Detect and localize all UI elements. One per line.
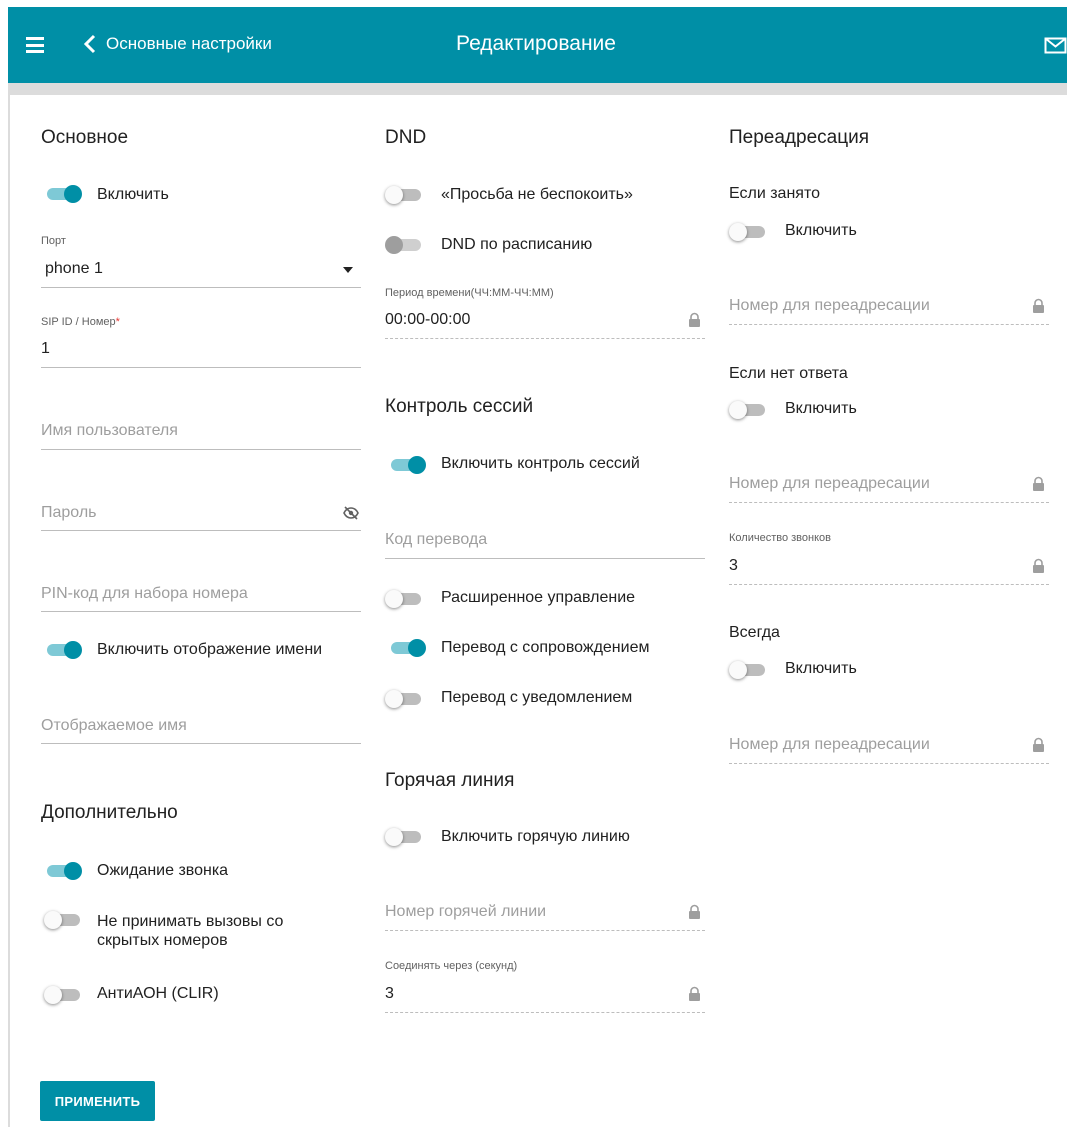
pin-underline [41,611,361,612]
notify-transfer-label: Перевод с уведомлением [441,689,633,706]
dnd-period-label: Период времени(ЧЧ:ММ-ЧЧ:ММ) [385,287,554,299]
port-label: Порт [41,235,66,247]
forward-always-toggle[interactable] [729,661,767,679]
forward-noanswer-title: Если нет ответа [729,365,848,382]
section-title-hotline: Горячая линия [385,770,515,791]
forward-busy-toggle[interactable] [729,223,767,241]
forward-busy-number-underline [729,324,1049,325]
lock-icon [1033,476,1044,491]
session-enable-toggle[interactable] [388,456,426,474]
sip-id-label: SIP ID / Номер* [41,316,120,328]
dnd-toggle[interactable] [385,186,423,204]
display-name-input[interactable]: Отображаемое имя [41,717,187,735]
menu-icon[interactable] [26,37,44,53]
call-waiting-label: Ожидание звонка [97,862,229,879]
sip-id-underline [41,367,361,368]
display-name-underline [41,743,361,744]
sip-id-input[interactable]: 1 [41,340,50,358]
forward-always-title: Всегда [729,624,780,641]
mail-icon[interactable] [1044,37,1067,54]
clir-label: АнтиАОН (CLIR) [97,985,219,1002]
clir-toggle[interactable] [44,986,82,1004]
chevron-left-icon [83,34,96,54]
left-border [8,95,10,1127]
hotline-enable-label: Включить горячую линию [441,828,630,845]
forward-noanswer-toggle[interactable] [729,401,767,419]
call-waiting-toggle[interactable] [44,862,82,880]
lock-icon [1033,558,1044,573]
forward-always-number-underline [729,763,1049,764]
forward-always-enable-label: Включить [785,660,857,677]
hotline-number-underline [385,930,705,931]
section-title-additional: Дополнительно [41,802,178,823]
lock-icon [1033,737,1044,752]
port-select-value[interactable]: phone 1 [45,260,103,278]
advanced-control-toggle[interactable] [385,590,423,608]
forward-rings-underline [729,584,1049,585]
dnd-period-input[interactable]: 00:00-00:00 [385,311,470,329]
hotline-enable-toggle[interactable] [385,828,423,846]
section-title-session: Контроль сессий [385,396,534,417]
apply-button[interactable]: ПРИМЕНИТЬ [40,1081,155,1121]
reject-hidden-label-line2: скрытых номеров [97,932,228,949]
section-title-dnd: DND [385,127,427,148]
reject-hidden-toggle[interactable] [44,911,82,929]
forward-busy-enable-label: Включить [785,222,857,239]
dnd-label: «Просьба не беспокоить» [441,186,633,203]
section-title-basic: Основное [41,127,129,148]
dnd-schedule-label: DND по расписанию [441,236,593,253]
forward-busy-number-input[interactable]: Номер для переадресации [729,297,930,315]
password-input[interactable]: Пароль [41,504,97,522]
basic-enable-label: Включить [97,186,169,203]
advanced-control-label: Расширенное управление [441,589,636,606]
port-select-underline [41,287,361,288]
page-title: Редактирование [456,32,616,55]
back-link[interactable]: Основные настройки [82,34,272,54]
username-input[interactable]: Имя пользователя [41,422,178,440]
forward-noanswer-number-underline [729,502,1049,503]
hotline-number-input[interactable]: Номер горячей линии [385,903,546,921]
show-name-toggle[interactable] [44,641,82,659]
back-link-label: Основные настройки [106,34,272,53]
eye-off-icon[interactable] [343,506,359,520]
username-underline [41,449,361,450]
transfer-code-underline [385,558,705,559]
required-marker: * [115,316,120,328]
lock-icon [689,904,700,919]
hotline-delay-input[interactable]: 3 [385,985,394,1003]
hotline-delay-label: Соединять через (секунд) [385,960,518,972]
session-enable-label: Включить контроль сессий [441,455,640,472]
attended-transfer-label: Перевод с сопровождением [441,639,650,656]
dnd-period-underline [385,338,705,339]
forward-busy-title: Если занято [729,185,820,202]
attended-transfer-toggle[interactable] [388,639,426,657]
basic-enable-toggle[interactable] [44,185,82,203]
forward-always-number-input[interactable]: Номер для переадресации [729,736,930,754]
show-name-label: Включить отображение имени [97,641,323,658]
forward-noanswer-number-input[interactable]: Номер для переадресации [729,475,930,493]
forward-rings-input[interactable]: 3 [729,557,738,575]
forward-rings-label: Количество звонков [729,532,831,544]
lock-icon [689,312,700,327]
lock-icon [1033,298,1044,313]
dnd-schedule-toggle[interactable] [385,236,423,254]
dropdown-arrow-icon[interactable] [343,267,353,273]
header-divider [8,83,1067,95]
hotline-delay-underline [385,1012,705,1013]
transfer-code-input[interactable]: Код перевода [385,531,487,549]
top-bar: Основные настройки Редактирование [8,7,1067,83]
lock-icon [689,986,700,1001]
pin-input[interactable]: PIN-код для набора номера [41,585,248,603]
reject-hidden-label: Не принимать вызовы со [97,913,284,930]
notify-transfer-toggle[interactable] [385,690,423,708]
section-title-forward: Переадресация [729,127,869,148]
password-underline [41,530,361,531]
forward-noanswer-enable-label: Включить [785,400,857,417]
